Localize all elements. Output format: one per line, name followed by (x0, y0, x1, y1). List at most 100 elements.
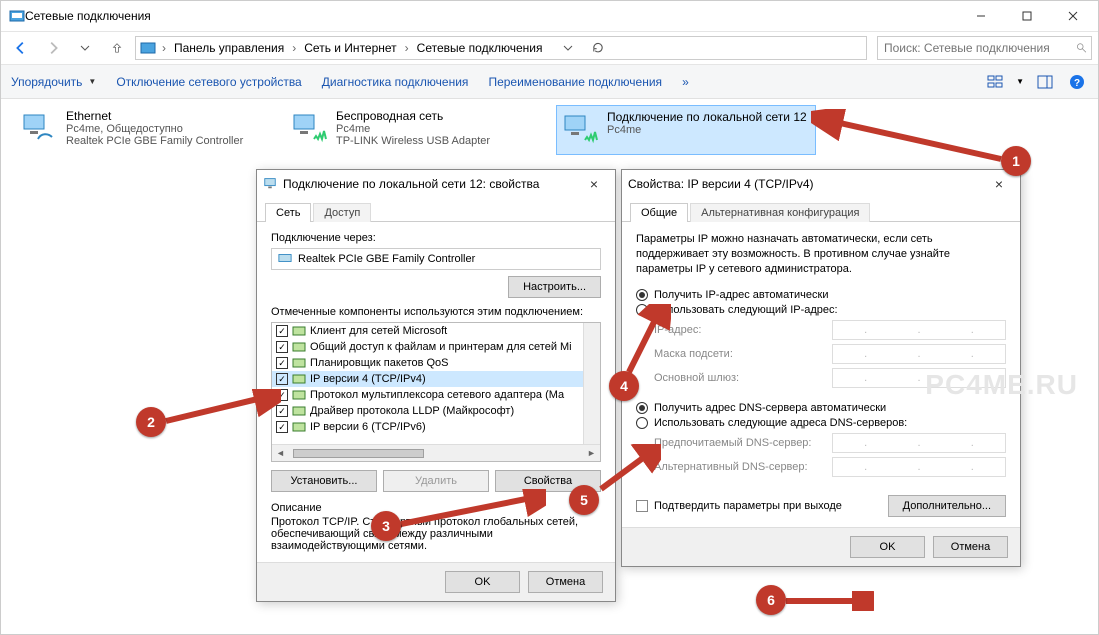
component-label: Общий доступ к файлам и принтерам для се… (310, 341, 572, 353)
checkbox-icon[interactable]: ✓ (276, 357, 288, 369)
component-row[interactable]: ✓Драйвер протокола LLDP (Майкрософт) (272, 403, 600, 419)
dns2-field: ... (832, 457, 1006, 477)
radio-manual-dns[interactable]: Использовать следующие адреса DNS-сервер… (636, 417, 1006, 429)
description-text: Протокол TCP/IP. Стандартный протокол гл… (271, 516, 601, 552)
component-icon (292, 405, 306, 417)
maximize-button[interactable] (1004, 1, 1050, 31)
radio-auto-ip[interactable]: Получить IP-адрес автоматически (636, 289, 1006, 301)
component-icon (292, 325, 306, 337)
more-commands[interactable]: » (682, 75, 689, 89)
crumb-1[interactable]: Панель управления (172, 39, 286, 57)
cancel-button[interactable]: Отмена (933, 536, 1008, 558)
recent-dropdown[interactable] (71, 34, 99, 62)
ok-button[interactable]: OK (445, 571, 520, 593)
marker-2: 2 (136, 407, 166, 437)
component-label: Клиент для сетей Microsoft (310, 325, 447, 337)
dialog-titlebar[interactable]: Свойства: IP версии 4 (TCP/IPv4) × (622, 170, 1020, 198)
marker-1: 1 (1001, 146, 1031, 176)
connect-via-label: Подключение через: (271, 232, 601, 244)
close-icon[interactable]: × (984, 176, 1014, 192)
help-button[interactable]: ? (1066, 71, 1088, 93)
connection-local-12[interactable]: Подключение по локальной сети 12 Pc4me (556, 105, 816, 155)
checkbox-icon[interactable]: ✓ (276, 389, 288, 401)
component-row[interactable]: ✓Планировщик пакетов QoS (272, 355, 600, 371)
diagnose-button[interactable]: Диагностика подключения (322, 75, 469, 89)
up-button[interactable] (103, 34, 131, 62)
arrow-6 (784, 591, 874, 611)
connection-wireless[interactable]: Беспроводная сеть Pc4me TP-LINK Wireless… (286, 105, 546, 153)
close-button[interactable] (1050, 1, 1096, 31)
crumb-2[interactable]: Сеть и Интернет (302, 39, 398, 57)
configure-button[interactable]: Настроить... (508, 276, 601, 298)
command-bar: Упорядочить ▼ Отключение сетевого устрой… (1, 65, 1098, 99)
component-row[interactable]: ✓ IP версии 4 (TCP/IPv4) (272, 371, 600, 387)
checkbox-icon[interactable]: ✓ (276, 341, 288, 353)
watermark: PC4ME.RU (925, 369, 1078, 401)
rename-button[interactable]: Переименование подключения (488, 75, 662, 89)
ok-button[interactable]: OK (850, 536, 925, 558)
ip-address-field: ... (832, 320, 1006, 340)
connection-name: Беспроводная сеть (336, 109, 542, 123)
confirm-checkbox[interactable]: Подтвердить параметры при выходе (636, 500, 842, 512)
view-layout-button[interactable] (984, 71, 1006, 93)
advanced-button[interactable]: Дополнительно... (888, 495, 1006, 517)
component-label: Протокол мультиплексора сетевого адаптер… (310, 389, 564, 401)
close-icon[interactable]: × (579, 176, 609, 192)
tab-alternate[interactable]: Альтернативная конфигурация (690, 203, 870, 222)
minimize-button[interactable] (958, 1, 1004, 31)
disable-device-button[interactable]: Отключение сетевого устройства (116, 75, 301, 89)
search-icon (1076, 42, 1087, 54)
component-row[interactable]: ✓ Общий доступ к файлам и принтерам для с… (272, 339, 600, 355)
crumb-3[interactable]: Сетевые подключения (415, 39, 545, 57)
component-label: IP версии 4 (TCP/IPv4) (310, 373, 426, 385)
scrollbar-horizontal[interactable]: ◄► (272, 444, 600, 461)
back-button[interactable] (7, 34, 35, 62)
scrollbar-vertical[interactable] (583, 323, 600, 444)
arrow-1 (811, 109, 1011, 169)
component-row[interactable]: ✓ Клиент для сетей Microsoft (272, 323, 600, 339)
view-dropdown[interactable]: ▼ (1016, 77, 1024, 86)
search-input[interactable] (882, 40, 1076, 56)
marker-6: 6 (756, 585, 786, 615)
search-box[interactable] (877, 36, 1092, 60)
component-icon (292, 421, 306, 433)
checkbox-icon[interactable]: ✓ (276, 405, 288, 417)
refresh-button[interactable] (584, 34, 612, 62)
window-titlebar: Сетевые подключения (1, 1, 1098, 31)
tab-general[interactable]: Общие (630, 203, 688, 222)
checkbox-icon[interactable]: ✓ (276, 421, 288, 433)
dialog-titlebar[interactable]: Подключение по локальной сети 12: свойст… (257, 170, 615, 198)
install-button[interactable]: Установить... (271, 470, 377, 492)
path-dropdown[interactable] (554, 34, 582, 62)
organize-menu[interactable]: Упорядочить ▼ (11, 75, 96, 89)
component-row[interactable]: ✓ Протокол мультиплексора сетевого адапте… (272, 387, 600, 403)
connection-properties-dialog: Подключение по локальной сети 12: свойст… (256, 169, 616, 602)
connection-ethernet[interactable]: Ethernet Pc4me, Общедоступно Realtek PCI… (16, 105, 276, 153)
intro-text: Параметры IP можно назначать автоматичес… (636, 232, 1006, 277)
app-icon (9, 8, 25, 24)
marker-5: 5 (569, 485, 599, 515)
component-row[interactable]: ✓ IP версии 6 (TCP/IPv6) (272, 419, 600, 435)
svg-text:?: ? (1074, 78, 1080, 89)
checkbox-icon[interactable]: ✓ (276, 325, 288, 337)
subnet-mask-field: ... (832, 344, 1006, 364)
marker-3: 3 (371, 511, 401, 541)
cancel-button[interactable]: Отмена (528, 571, 603, 593)
dialog-title: Свойства: IP версии 4 (TCP/IPv4) (628, 177, 814, 191)
forward-button[interactable] (39, 34, 67, 62)
location-icon (140, 40, 156, 56)
address-bar: › Панель управления › Сеть и Интернет › … (1, 31, 1098, 65)
path-box[interactable]: › Панель управления › Сеть и Интернет › … (135, 36, 867, 60)
tab-network[interactable]: Сеть (265, 203, 311, 222)
ipv4-properties-dialog: Свойства: IP версии 4 (TCP/IPv4) × Общие… (621, 169, 1021, 567)
dialog-title: Подключение по локальной сети 12: свойст… (283, 177, 539, 191)
component-label: IP версии 6 (TCP/IPv6) (310, 421, 426, 433)
wireless-icon (290, 109, 330, 149)
crumb-sep: › (162, 41, 166, 55)
tab-access[interactable]: Доступ (313, 203, 371, 222)
radio-auto-dns[interactable]: Получить адрес DNS-сервера автоматически (636, 402, 1006, 414)
checkbox-icon[interactable]: ✓ (276, 373, 288, 385)
components-list[interactable]: ✓ Клиент для сетей Microsoft ✓ Общий доступ… (271, 322, 601, 462)
radio-manual-ip[interactable]: Использовать следующий IP-адрес: (636, 304, 1006, 316)
details-pane-button[interactable] (1034, 71, 1056, 93)
